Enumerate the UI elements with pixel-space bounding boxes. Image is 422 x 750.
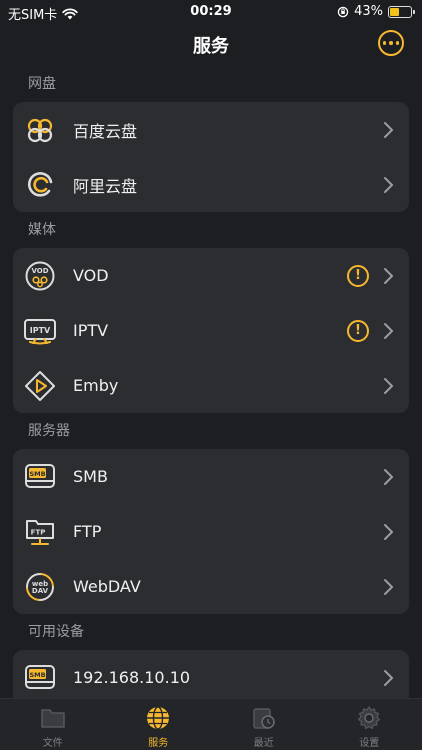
chevron-right-icon: [384, 469, 394, 485]
page-title: 服务: [193, 36, 229, 57]
service-row-baidu[interactable]: 百度云盘: [13, 102, 409, 157]
service-label: Emby: [73, 376, 119, 395]
globe-icon: [144, 705, 172, 731]
more-dot: [389, 41, 393, 45]
baidu-pan-icon: [22, 112, 58, 148]
section-title: 网盘: [28, 76, 56, 92]
section-card-devices: SMB 192.168.10.10: [13, 650, 409, 698]
smb-device-icon-text: SMB: [29, 671, 45, 679]
vod-icon-text: VOD: [31, 267, 48, 275]
nav-bar: 服务: [0, 24, 422, 66]
ftp-icon: FTP: [22, 514, 58, 550]
aliyun-pan-icon: [22, 167, 58, 203]
tab-label: 设置: [359, 738, 380, 749]
section-title: 服务器: [28, 423, 70, 439]
service-row-aliyun[interactable]: 阿里云盘: [13, 157, 409, 212]
section-card-netdisk: 百度云盘 阿里云盘: [13, 102, 409, 212]
chevron-right-icon: [384, 268, 394, 284]
folder-icon: [39, 705, 67, 731]
warning-icon[interactable]: !: [347, 320, 369, 342]
chevron-right-icon: [384, 524, 394, 540]
smb-device-icon: SMB: [22, 660, 58, 696]
smb-icon: SMB: [22, 459, 58, 495]
service-label: WebDAV: [73, 577, 141, 596]
status-bar: 无SIM卡 00:29 43%: [0, 0, 422, 24]
service-row-emby[interactable]: Emby: [13, 358, 409, 413]
ftp-icon-text: FTP: [31, 528, 46, 536]
section-title: 可用设备: [28, 624, 84, 640]
chevron-right-icon: [384, 122, 394, 138]
device-label: 192.168.10.10: [73, 668, 191, 687]
tab-bar: 文件 服务 最近 设置: [0, 698, 422, 750]
service-label: SMB: [73, 467, 108, 486]
gear-icon: [355, 705, 383, 731]
service-row-iptv[interactable]: IPTV IPTV !: [13, 303, 409, 358]
chevron-right-icon: [384, 378, 394, 394]
services-list[interactable]: 网盘 百度云盘 阿里云盘 媒体 VOD VOD ! IPTV IPTV ! Em…: [0, 66, 422, 698]
service-label: FTP: [73, 522, 102, 541]
recent-icon: [250, 705, 278, 731]
tab-services[interactable]: 服务: [106, 699, 212, 750]
service-row-vod[interactable]: VOD VOD !: [13, 248, 409, 303]
service-row-smb[interactable]: SMB SMB: [13, 449, 409, 504]
chevron-right-icon: [384, 177, 394, 193]
section-title: 媒体: [28, 222, 56, 238]
tab-label: 最近: [253, 738, 274, 749]
iptv-icon: IPTV: [22, 313, 58, 349]
service-row-ftp[interactable]: FTP FTP: [13, 504, 409, 559]
chevron-right-icon: [384, 579, 394, 595]
tab-recent[interactable]: 最近: [211, 699, 317, 750]
chevron-right-icon: [384, 670, 394, 686]
smb-icon-text: SMB: [29, 470, 45, 478]
tab-files[interactable]: 文件: [0, 699, 106, 750]
warning-icon[interactable]: !: [347, 265, 369, 287]
tab-label: 文件: [42, 738, 63, 749]
webdav-icon-text-bottom: DAV: [32, 587, 49, 595]
tab-settings[interactable]: 设置: [317, 699, 422, 750]
service-label: 百度云盘: [73, 121, 138, 141]
section-card-servers: SMB SMB FTP FTP web DAV WebDAV: [13, 449, 409, 614]
device-row[interactable]: SMB 192.168.10.10: [13, 650, 409, 698]
more-button[interactable]: [378, 30, 404, 56]
vod-icon: VOD: [22, 258, 58, 294]
tab-label: 服务: [148, 738, 169, 749]
service-row-webdav[interactable]: web DAV WebDAV: [13, 559, 409, 614]
battery-level: [390, 7, 399, 16]
chevron-right-icon: [384, 323, 394, 339]
iptv-icon-text: IPTV: [30, 326, 51, 335]
more-dot: [382, 41, 387, 45]
webdav-icon: web DAV: [22, 569, 58, 605]
battery-icon: [388, 5, 415, 18]
section-card-media: VOD VOD ! IPTV IPTV ! Emby: [13, 248, 409, 413]
emby-icon: [22, 368, 58, 404]
rotation-lock-icon: [337, 6, 349, 17]
service-label: 阿里云盘: [73, 176, 138, 196]
battery-percent: 43%: [354, 4, 383, 19]
more-dot: [395, 41, 400, 45]
